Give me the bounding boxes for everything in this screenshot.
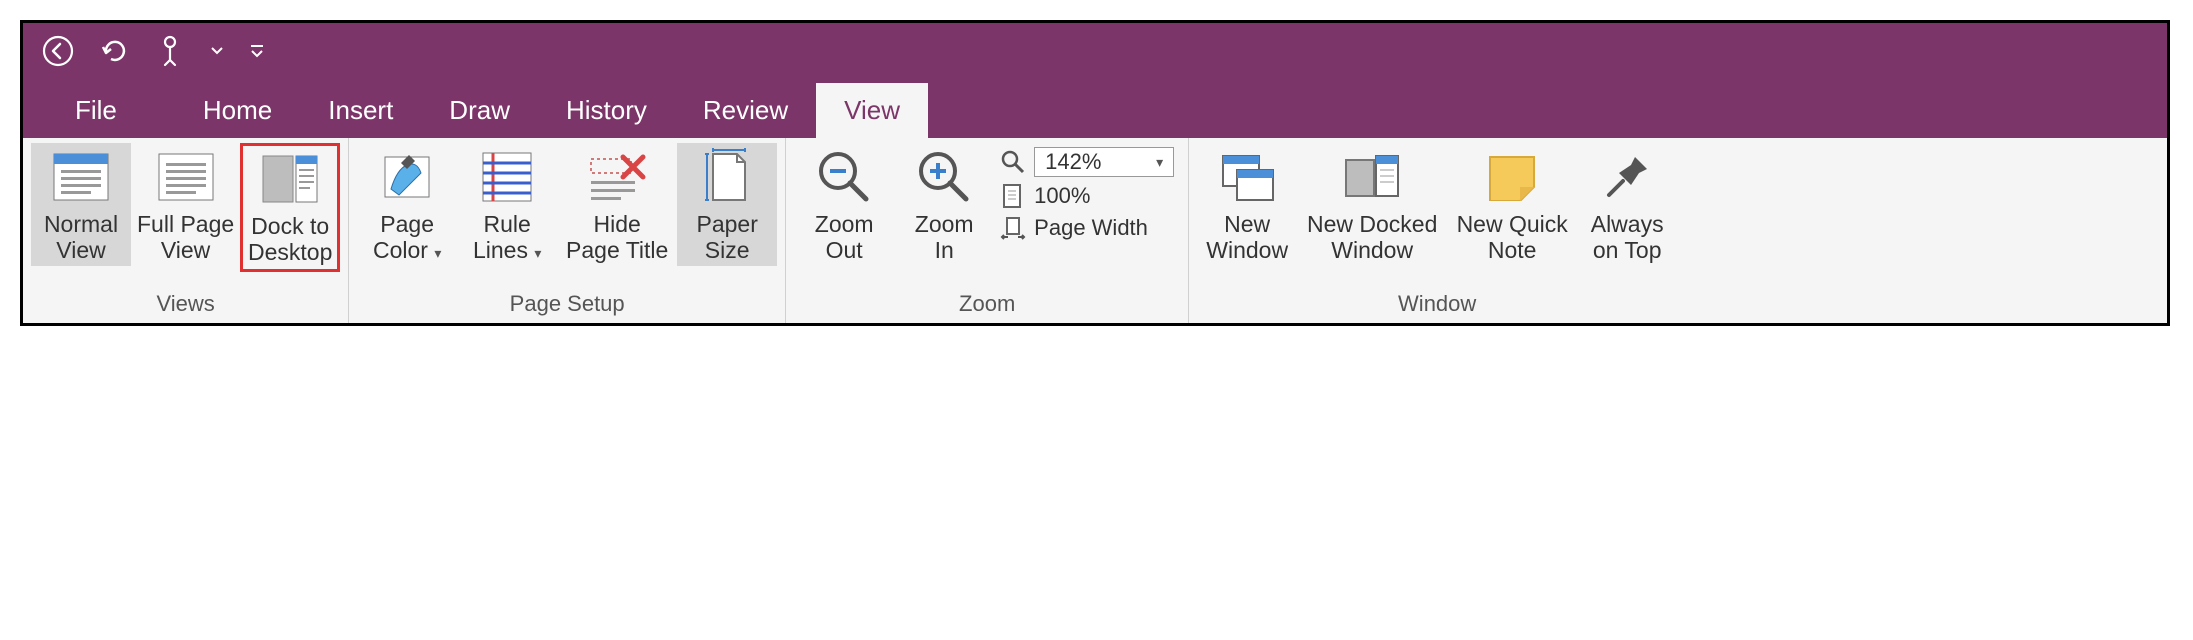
rule-lines-icon (477, 147, 537, 207)
group-window: New Window New Docked Window New Quick N… (1189, 138, 1685, 323)
zoom-100-button[interactable]: 100% (1000, 183, 1174, 209)
tab-history[interactable]: History (538, 83, 675, 138)
page-color-button[interactable]: Page Color ▾ (357, 143, 457, 266)
dock-to-desktop-button[interactable]: Dock to Desktop (240, 143, 340, 272)
zoom-out-button[interactable]: Zoom Out (794, 143, 894, 266)
zoom-in-icon (914, 147, 974, 207)
touch-mode-button[interactable] (153, 34, 187, 68)
group-page-setup-label: Page Setup (357, 289, 777, 321)
hide-page-title-button[interactable]: Hide Page Title (557, 143, 677, 266)
undo-button[interactable] (97, 34, 131, 68)
zoom-small-controls: 142% ▾ 100% Page Width (994, 143, 1180, 245)
page-color-icon (377, 147, 437, 207)
page-icon (1000, 183, 1026, 209)
normal-view-icon (51, 147, 111, 207)
new-docked-window-icon (1342, 147, 1402, 207)
tab-review[interactable]: Review (675, 83, 816, 138)
zoom-in-button[interactable]: Zoom In (894, 143, 994, 266)
dropdown-caret-icon: ▾ (434, 245, 441, 261)
paper-size-icon (697, 147, 757, 207)
tab-home[interactable]: Home (175, 83, 300, 138)
ribbon-tabs: File Home Insert Draw History Review Vie… (23, 78, 2167, 138)
rule-lines-button[interactable]: Rule Lines ▾ (457, 143, 557, 266)
new-quick-note-button[interactable]: New Quick Note (1447, 143, 1577, 266)
magnifier-icon (1000, 149, 1026, 175)
tab-view[interactable]: View (816, 83, 928, 138)
pin-icon (1597, 147, 1657, 207)
dropdown-caret-icon: ▾ (534, 245, 541, 261)
full-page-view-button[interactable]: Full Page View (131, 143, 240, 266)
new-window-icon (1217, 147, 1277, 207)
new-quick-note-icon (1482, 147, 1542, 207)
group-zoom-label: Zoom (794, 289, 1180, 321)
app-frame: File Home Insert Draw History Review Vie… (20, 20, 2170, 326)
group-views-label: Views (31, 289, 340, 321)
page-width-icon (1000, 215, 1026, 241)
dropdown-caret-icon: ▾ (1156, 154, 1163, 171)
normal-view-button[interactable]: Normal View (31, 143, 131, 266)
back-button[interactable] (41, 34, 75, 68)
hide-page-title-icon (587, 147, 647, 207)
ribbon: Normal View Full Page View Dock to Deskt… (23, 138, 2167, 323)
page-width-button[interactable]: Page Width (1000, 215, 1174, 241)
group-page-setup: Page Color ▾ Rule Lines ▾ Hide Page Titl… (349, 138, 786, 323)
full-page-view-icon (156, 147, 216, 207)
zoom-out-icon (814, 147, 874, 207)
paper-size-button[interactable]: Paper Size (677, 143, 777, 266)
new-docked-window-button[interactable]: New Docked Window (1297, 143, 1447, 266)
customize-qat-button[interactable] (247, 34, 267, 68)
zoom-level-row[interactable]: 142% ▾ (1000, 147, 1174, 177)
dock-to-desktop-icon (260, 149, 320, 209)
group-zoom: Zoom Out Zoom In 142% ▾ (786, 138, 1189, 323)
tab-draw[interactable]: Draw (421, 83, 538, 138)
tab-file[interactable]: File (33, 83, 175, 138)
always-on-top-button[interactable]: Always on Top (1577, 143, 1677, 266)
new-window-button[interactable]: New Window (1197, 143, 1297, 266)
group-views: Normal View Full Page View Dock to Deskt… (23, 138, 349, 323)
quick-access-toolbar (23, 23, 2167, 78)
touch-mode-dropdown[interactable] (209, 34, 225, 68)
group-window-label: Window (1197, 289, 1677, 321)
tab-insert[interactable]: Insert (300, 83, 421, 138)
zoom-level-input[interactable]: 142% ▾ (1034, 147, 1174, 177)
